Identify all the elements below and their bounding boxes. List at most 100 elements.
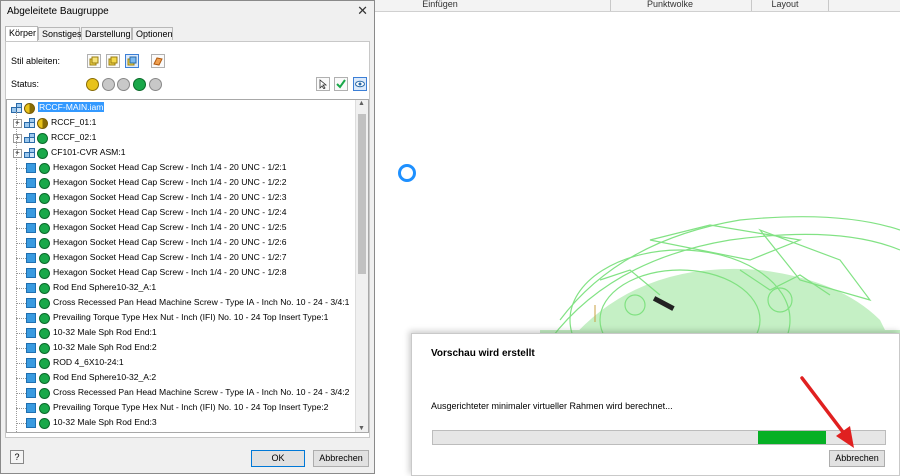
part-icon (26, 238, 36, 248)
part-icon (26, 163, 36, 173)
status-mixed-icon[interactable] (24, 103, 35, 114)
tree-row[interactable]: Hexagon Socket Head Cap Screw - Inch 1/4… (7, 236, 355, 251)
status-include-icon[interactable] (39, 238, 50, 249)
part-icon (26, 283, 36, 293)
status-include-icon[interactable] (39, 163, 50, 174)
status-bounding-box-icon[interactable] (149, 78, 162, 91)
ribbon-tab-point-cloud[interactable]: Punktwolke (615, 0, 725, 11)
cancel-button[interactable]: Abbrechen (313, 450, 369, 467)
tree-item-label: Cross Recessed Pan Head Machine Screw - … (53, 297, 350, 307)
status-include-icon[interactable] (39, 403, 50, 414)
status-include-icon[interactable] (39, 268, 50, 279)
tab-representation[interactable]: Darstellung (81, 27, 132, 40)
tree-row[interactable]: RCCF-MAIN.iam (7, 101, 355, 116)
tree-row[interactable]: Prevailing Torque Type Hex Nut - Inch (I… (7, 311, 355, 326)
tree-row[interactable]: Hexagon Socket Head Cap Screw - Inch 1/4… (7, 176, 355, 191)
tree-row[interactable]: + CF101-CVR ASM:1 (7, 146, 355, 161)
tree-row[interactable]: + RCCF_01:1 (7, 116, 355, 131)
preview-toggle-button[interactable] (353, 77, 367, 91)
assembly-icon (24, 133, 35, 143)
status-include-icon[interactable] (39, 253, 50, 264)
red-arrow-icon (800, 376, 854, 448)
derive-style-label: Stil ableiten: (11, 56, 61, 66)
status-include-icon[interactable] (39, 358, 50, 369)
ribbon-separator (751, 0, 752, 11)
assembly-icon (24, 118, 35, 128)
tree-item-label: ROD 4_6X10-24:1 (53, 357, 124, 367)
tree-row[interactable]: ROD 4_6X10-24:1 (7, 356, 355, 371)
status-include-icon[interactable] (39, 328, 50, 339)
status-subtract-icon[interactable] (117, 78, 130, 91)
tree-item-label: Hexagon Socket Head Cap Screw - Inch 1/4… (53, 252, 287, 262)
cursor-arrow-icon (319, 79, 328, 89)
status-include-icon[interactable] (39, 418, 50, 429)
tree-row[interactable]: Prevailing Torque Type Hex Nut - Inch (I… (7, 401, 355, 416)
tree-item-label: Prevailing Torque Type Hex Nut - Inch (I… (53, 312, 329, 322)
tab-other[interactable]: Sonstiges (38, 27, 82, 40)
tree-row[interactable]: + RCCF_02:1 (7, 131, 355, 146)
tab-body[interactable]: Körper (5, 26, 38, 41)
scrollbar-thumb[interactable] (358, 114, 366, 274)
status-include-icon[interactable] (39, 193, 50, 204)
tree-row[interactable]: Hexagon Socket Head Cap Screw - Inch 1/4… (7, 221, 355, 236)
tree-row[interactable]: 10-32 Male Sph Rod End:1 (7, 326, 355, 341)
tree-row[interactable]: Hexagon Socket Head Cap Screw - Inch 1/4… (7, 191, 355, 206)
expand-icon[interactable]: + (13, 149, 22, 158)
expand-icon[interactable]: + (13, 119, 22, 128)
select-cursor-button[interactable] (316, 77, 330, 91)
close-icon[interactable]: ✕ (357, 3, 368, 19)
dialog-title: Abgeleitete Baugruppe (7, 6, 109, 17)
style-single-body-button[interactable] (87, 54, 101, 68)
style-merge-seams-button[interactable] (106, 54, 120, 68)
progress-message: Ausgerichteter minimaler virtueller Rahm… (431, 401, 673, 411)
expand-icon[interactable]: + (13, 134, 22, 143)
status-include-icon[interactable] (39, 388, 50, 399)
status-include-icon[interactable] (39, 208, 50, 219)
status-exclude-icon[interactable] (102, 78, 115, 91)
tree-row[interactable]: Cross Recessed Pan Head Machine Screw - … (7, 386, 355, 401)
status-include-icon[interactable] (133, 78, 146, 91)
tree-item-label: Hexagon Socket Head Cap Screw - Inch 1/4… (53, 162, 287, 172)
tree-row[interactable]: Hexagon Socket Head Cap Screw - Inch 1/4… (7, 161, 355, 176)
tree-row[interactable]: Cross Recessed Pan Head Machine Screw - … (7, 296, 355, 311)
status-include-icon[interactable] (39, 343, 50, 354)
progress-title: Vorschau wird erstellt (431, 348, 535, 359)
tree-row[interactable]: Hexagon Socket Head Cap Screw - Inch 1/4… (7, 206, 355, 221)
eye-icon (355, 80, 365, 88)
ok-button[interactable]: OK (251, 450, 305, 467)
apply-check-button[interactable] (334, 77, 348, 91)
tree-row[interactable]: Hexagon Socket Head Cap Screw - Inch 1/4… (7, 251, 355, 266)
tree-item-label: RCCF_01:1 (51, 117, 97, 127)
scroll-up-icon[interactable]: ▲ (358, 100, 365, 107)
tree-row[interactable]: Hexagon Socket Head Cap Screw - Inch 1/4… (7, 266, 355, 281)
tree-item-label: RCCF-MAIN.iam (38, 102, 105, 112)
assembly-icon (24, 148, 35, 158)
status-include-icon[interactable] (39, 373, 50, 384)
ribbon-tab-insert[interactable]: Einfügen (395, 0, 485, 11)
tree-scrollbar[interactable]: ▲ ▼ (355, 100, 368, 432)
status-include-icon[interactable] (37, 133, 48, 144)
ribbon-tab-layout[interactable]: Layout (755, 0, 815, 11)
status-include-icon[interactable] (39, 283, 50, 294)
part-icon (26, 253, 36, 263)
help-button[interactable]: ? (10, 450, 24, 464)
tree-row[interactable]: Rod End Sphere10-32_A:1 (7, 281, 355, 296)
ribbon-separator (610, 0, 611, 11)
scroll-down-icon[interactable]: ▼ (358, 425, 365, 432)
tab-options[interactable]: Optionen (132, 27, 173, 40)
style-multi-body-button[interactable] (125, 54, 139, 68)
status-mixed-icon[interactable] (86, 78, 99, 91)
ribbon-tab-bar: Einfügen Punktwolke Layout (375, 0, 900, 12)
status-include-icon[interactable] (37, 148, 48, 159)
style-surface-button[interactable] (151, 54, 165, 68)
component-tree[interactable]: RCCF-MAIN.iam + RCCF_01:1 + RCCF_02:1 + CF101-… (6, 99, 369, 433)
status-include-icon[interactable] (39, 313, 50, 324)
status-include-icon[interactable] (39, 178, 50, 189)
tree-row[interactable]: Rod End Sphere10-32_A:2 (7, 371, 355, 386)
tree-row[interactable]: 10-32 Male Sph Rod End:3 (7, 416, 355, 431)
status-mixed-icon[interactable] (37, 118, 48, 129)
status-include-icon[interactable] (39, 223, 50, 234)
status-include-icon[interactable] (39, 298, 50, 309)
tree-row[interactable]: 10-32 Male Sph Rod End:2 (7, 341, 355, 356)
part-icon (26, 208, 36, 218)
